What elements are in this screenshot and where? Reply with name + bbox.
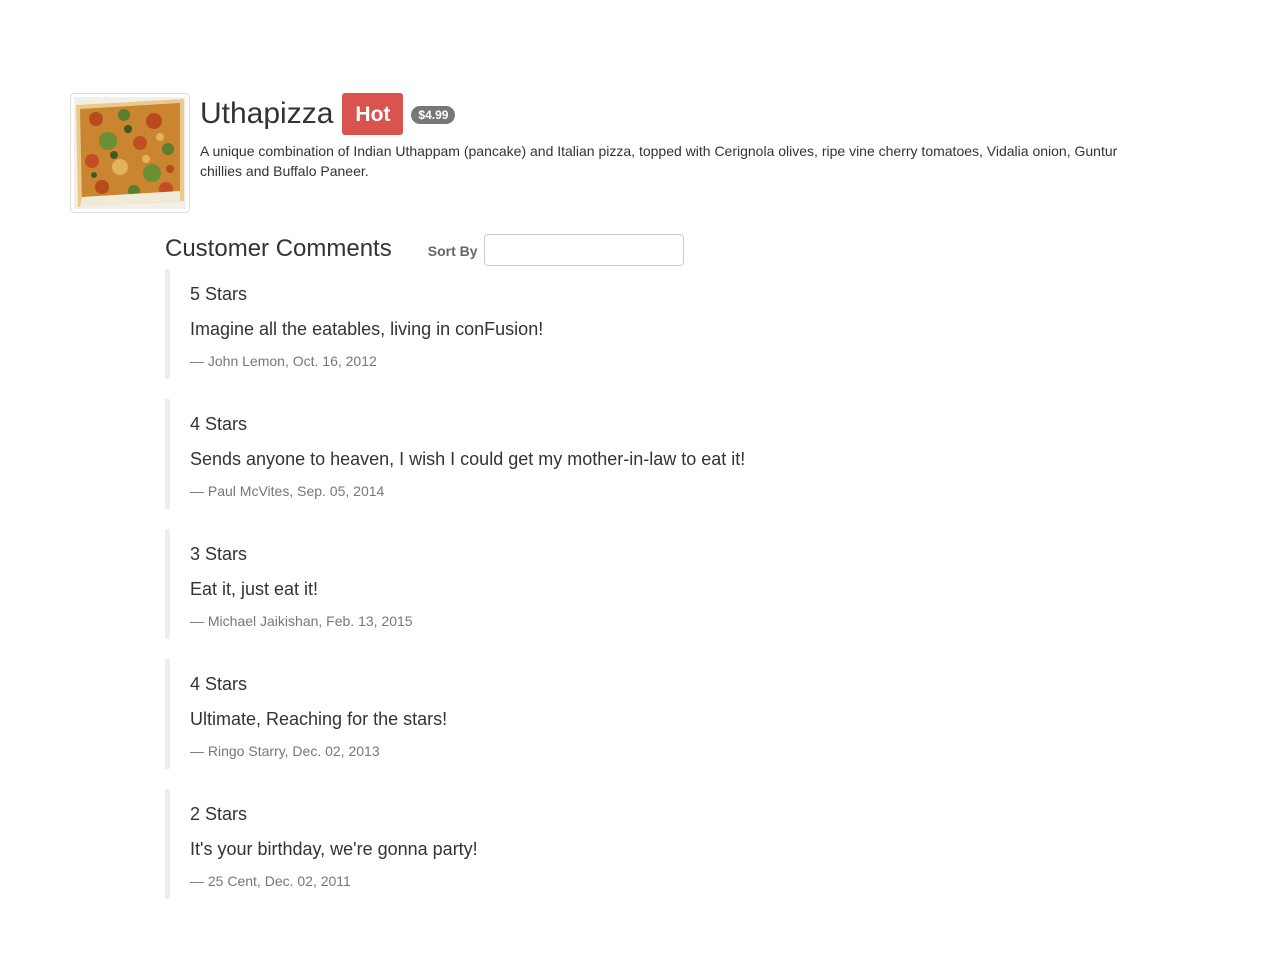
dish-media: Uthapizza Hot $4.99 A unique combination… bbox=[70, 93, 1170, 213]
comment-author-date: — Michael Jaikishan, Feb. 13, 2015 bbox=[190, 613, 413, 629]
dish-name: Uthapizza bbox=[200, 97, 334, 130]
comment-item: 3 Stars Eat it, just eat it! — Michael J… bbox=[165, 529, 1065, 639]
comment-rating: 5 Stars bbox=[190, 284, 248, 304]
comment-author-date: — Ringo Starry, Dec. 02, 2013 bbox=[190, 743, 380, 759]
comment-author-date: — Paul McVites, Sep. 05, 2014 bbox=[190, 483, 385, 499]
comments-title: Customer Comments bbox=[165, 235, 392, 262]
comment-rating: 4 Stars bbox=[190, 414, 248, 434]
comment-text: Imagine all the eatables, living in conF… bbox=[190, 319, 544, 339]
price-badge: $4.99 bbox=[411, 106, 456, 124]
dish-thumbnail[interactable] bbox=[70, 93, 190, 213]
dish-heading: Uthapizza Hot $4.99 bbox=[200, 93, 1170, 135]
comment-text: Eat it, just eat it! bbox=[190, 579, 319, 599]
comment-item: 5 Stars Imagine all the eatables, living… bbox=[165, 269, 1065, 379]
dish-body: Uthapizza Hot $4.99 A unique combination… bbox=[200, 93, 1170, 195]
comment-item: 2 Stars It's your birthday, we're gonna … bbox=[165, 789, 1065, 899]
comment-list: 5 Stars Imagine all the eatables, living… bbox=[165, 269, 1065, 919]
comment-text: Sends anyone to heaven, I wish I could g… bbox=[190, 449, 746, 469]
comment-author-date: — John Lemon, Oct. 16, 2012 bbox=[190, 353, 377, 369]
comment-item: 4 Stars Ultimate, Reaching for the stars… bbox=[165, 659, 1065, 769]
comment-rating: 2 Stars bbox=[190, 804, 248, 824]
comment-author-date: — 25 Cent, Dec. 02, 2011 bbox=[190, 873, 351, 889]
comments-header: Customer Comments Sort By bbox=[165, 232, 684, 266]
comment-rating: 3 Stars bbox=[190, 544, 248, 564]
hot-label: Hot bbox=[342, 93, 404, 135]
dish-detail-page: Uthapizza Hot $4.99 A unique combination… bbox=[0, 0, 1288, 968]
sort-label: Sort By bbox=[427, 243, 478, 259]
comment-text: Ultimate, Reaching for the stars! bbox=[190, 709, 448, 729]
dish-description: A unique combination of Indian Uthappam … bbox=[200, 143, 1118, 179]
sort-input[interactable] bbox=[483, 234, 684, 266]
comment-rating: 4 Stars bbox=[190, 674, 248, 694]
comment-item: 4 Stars Sends anyone to heaven, I wish I… bbox=[165, 399, 1065, 509]
comment-text: It's your birthday, we're gonna party! bbox=[190, 839, 478, 859]
pizza-image bbox=[74, 97, 186, 209]
